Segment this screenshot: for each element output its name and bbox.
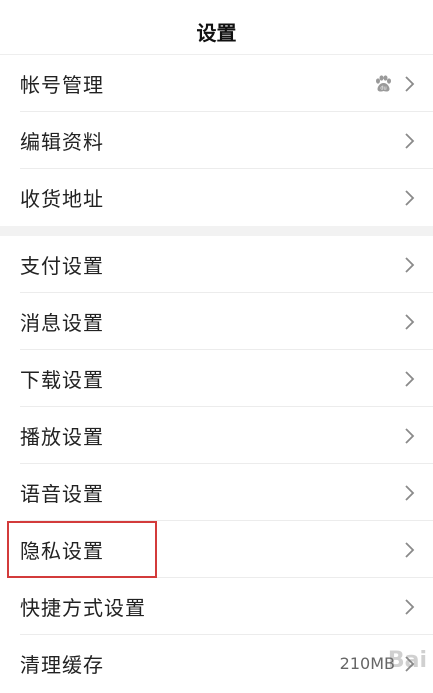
chevron-right-icon xyxy=(405,598,415,615)
page-title: 设置 xyxy=(196,20,237,45)
settings-item-payment[interactable]: 支付设置 xyxy=(0,236,433,293)
settings-item-shortcuts[interactable]: 快捷方式设置 xyxy=(0,578,433,635)
chevron-right-icon xyxy=(405,370,415,387)
settings-item-account-management[interactable]: 帐号管理 du xyxy=(0,55,433,112)
settings-item-label: 编辑资料 xyxy=(20,130,104,154)
baidu-paw-icon: du xyxy=(376,74,391,91)
settings-item-label: 下载设置 xyxy=(20,368,104,392)
chevron-right-icon xyxy=(405,541,415,558)
settings-item-voice[interactable]: 语音设置 xyxy=(0,464,433,521)
settings-item-label: 语音设置 xyxy=(20,482,104,506)
chevron-right-icon xyxy=(405,655,415,672)
settings-item-shipping-address[interactable]: 收货地址 xyxy=(0,169,433,226)
settings-item-label: 快捷方式设置 xyxy=(20,596,146,620)
chevron-right-icon xyxy=(405,189,415,206)
settings-item-label: 支付设置 xyxy=(20,254,104,278)
settings-item-download[interactable]: 下载设置 xyxy=(0,350,433,407)
status-bar xyxy=(0,0,433,8)
settings-item-label: 清理缓存 xyxy=(20,653,104,677)
chevron-right-icon xyxy=(405,256,415,273)
svg-text:du: du xyxy=(380,85,386,91)
settings-item-label: 收货地址 xyxy=(20,187,104,211)
chevron-right-icon xyxy=(405,132,415,149)
chevron-right-icon xyxy=(405,313,415,330)
settings-item-playback[interactable]: 播放设置 xyxy=(0,407,433,464)
group-separator xyxy=(0,226,433,236)
settings-item-label: 播放设置 xyxy=(20,425,104,449)
chevron-right-icon xyxy=(405,75,415,92)
settings-page: 设置 帐号管理 du 编辑资料 收货地址 支付设置 消息设置 下载设置 播放设置… xyxy=(0,0,433,693)
settings-item-label: 隐私设置 xyxy=(20,539,104,563)
header-bar: 设置 xyxy=(0,8,433,55)
settings-group-account: 帐号管理 du 编辑资料 收货地址 xyxy=(0,55,433,226)
settings-item-clear-cache[interactable]: 清理缓存 210MB xyxy=(0,635,433,692)
chevron-right-icon xyxy=(405,427,415,444)
settings-group-general: 支付设置 消息设置 下载设置 播放设置 语音设置 隐私设置 快捷方式设置 清理缓… xyxy=(0,236,433,692)
settings-item-label: 帐号管理 xyxy=(20,73,104,97)
chevron-right-icon xyxy=(405,484,415,501)
settings-item-privacy[interactable]: 隐私设置 xyxy=(0,521,433,578)
settings-item-edit-profile[interactable]: 编辑资料 xyxy=(0,112,433,169)
cache-size-value: 210MB xyxy=(339,654,395,673)
settings-item-notifications[interactable]: 消息设置 xyxy=(0,293,433,350)
settings-item-label: 消息设置 xyxy=(20,311,104,335)
